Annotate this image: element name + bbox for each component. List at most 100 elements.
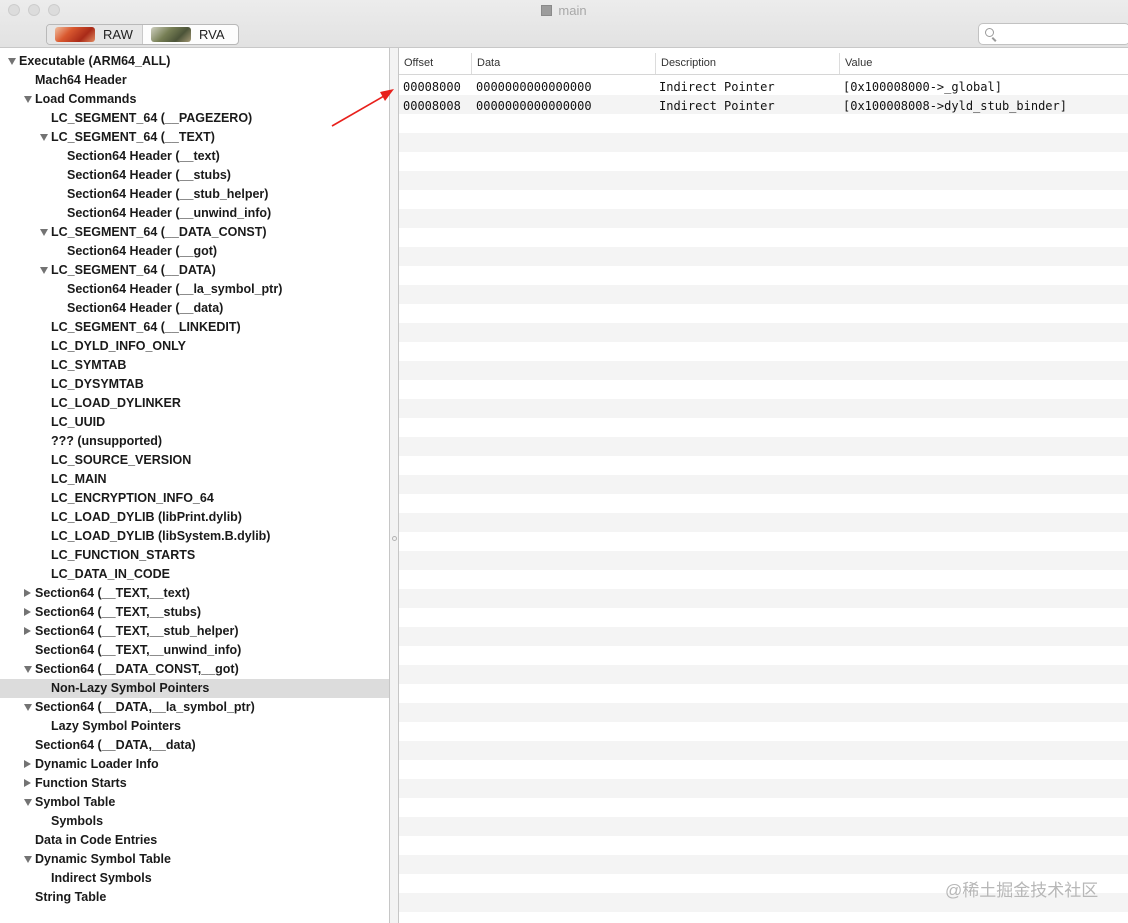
- disclosure-triangle-down-icon[interactable]: [40, 229, 48, 236]
- outline-item[interactable]: Section64 (__TEXT,__text): [0, 584, 389, 603]
- outline-item-label: Lazy Symbol Pointers: [51, 719, 181, 733]
- search-icon: [985, 28, 994, 37]
- raw-rva-segmented-control: RAW RVA: [46, 24, 239, 45]
- outline-item[interactable]: Section64 Header (__text): [0, 147, 389, 166]
- outline-item[interactable]: Mach64 Header: [0, 71, 389, 90]
- split-view-divider[interactable]: [389, 48, 399, 923]
- outline-item-label: Section64 Header (__la_symbol_ptr): [67, 282, 283, 296]
- cell-data: 0000000000000000: [476, 99, 592, 113]
- cell-data: 0000000000000000: [476, 80, 592, 94]
- outline-item[interactable]: Load Commands: [0, 90, 389, 109]
- column-header-data[interactable]: Data: [471, 53, 655, 74]
- outline-item[interactable]: LC_SEGMENT_64 (__DATA_CONST): [0, 223, 389, 242]
- outline-item-label: Data in Code Entries: [35, 833, 158, 847]
- rva-segment-label: RVA: [199, 27, 225, 42]
- disclosure-triangle-down-icon[interactable]: [24, 856, 32, 863]
- disclosure-triangle-down-icon[interactable]: [24, 704, 32, 711]
- outline-item-label: Symbol Table: [35, 795, 116, 809]
- outline-item[interactable]: Indirect Symbols: [0, 869, 389, 888]
- outline-item[interactable]: LC_SOURCE_VERSION: [0, 451, 389, 470]
- outline-item-label: Section64 (__TEXT,__unwind_info): [35, 643, 242, 657]
- disclosure-triangle-down-icon[interactable]: [40, 134, 48, 141]
- outline-item[interactable]: LC_SEGMENT_64 (__TEXT): [0, 128, 389, 147]
- disclosure-triangle-right-icon[interactable]: [24, 589, 31, 597]
- outline-item-label: ??? (unsupported): [51, 434, 163, 448]
- disclosure-triangle-right-icon[interactable]: [24, 779, 31, 787]
- outline-item[interactable]: Section64 Header (__data): [0, 299, 389, 318]
- outline-item[interactable]: LC_FUNCTION_STARTS: [0, 546, 389, 565]
- raw-segment-button[interactable]: RAW: [47, 25, 142, 44]
- outline-item[interactable]: Section64 Header (__la_symbol_ptr): [0, 280, 389, 299]
- outline-item[interactable]: Data in Code Entries: [0, 831, 389, 850]
- outline-item[interactable]: LC_DYLD_INFO_ONLY: [0, 337, 389, 356]
- outline-item-label: Load Commands: [35, 92, 137, 106]
- disclosure-triangle-down-icon[interactable]: [40, 267, 48, 274]
- outline-item[interactable]: Section64 (__DATA_CONST,__got): [0, 660, 389, 679]
- outline-item[interactable]: Symbols: [0, 812, 389, 831]
- outline-item-label: Section64 (__TEXT,__stub_helper): [35, 624, 239, 638]
- outline-item[interactable]: Section64 Header (__got): [0, 242, 389, 261]
- outline-item[interactable]: Symbol Table: [0, 793, 389, 812]
- disclosure-triangle-down-icon[interactable]: [8, 58, 16, 65]
- outline-item-label: Dynamic Loader Info: [35, 757, 159, 771]
- table-row[interactable]: 00008000 0000000000000000 Indirect Point…: [399, 78, 1128, 97]
- column-header-description[interactable]: Description: [655, 53, 839, 74]
- disclosure-triangle-down-icon[interactable]: [24, 96, 32, 103]
- cell-value: [0x100008008->dyld_stub_binder]: [843, 99, 1067, 113]
- outline-item[interactable]: LC_LOAD_DYLIB (libPrint.dylib): [0, 508, 389, 527]
- outline-item[interactable]: Section64 (__TEXT,__unwind_info): [0, 641, 389, 660]
- outline-item[interactable]: Lazy Symbol Pointers: [0, 717, 389, 736]
- outline-tree[interactable]: Executable (ARM64_ALL) Mach64 Header Load …: [0, 48, 389, 923]
- disclosure-triangle-down-icon[interactable]: [24, 799, 32, 806]
- outline-item-label: Symbols: [51, 814, 104, 828]
- outline-item[interactable]: Dynamic Loader Info: [0, 755, 389, 774]
- search-field[interactable]: [978, 23, 1128, 45]
- outline-item[interactable]: LC_DYSYMTAB: [0, 375, 389, 394]
- outline-item[interactable]: Section64 (__DATA,__data): [0, 736, 389, 755]
- outline-item-label: LC_ENCRYPTION_INFO_64: [51, 491, 214, 505]
- outline-item-label: Section64 (__DATA_CONST,__got): [35, 662, 239, 676]
- outline-item[interactable]: LC_SYMTAB: [0, 356, 389, 375]
- outline-item[interactable]: LC_DATA_IN_CODE: [0, 565, 389, 584]
- outline-item[interactable]: Section64 Header (__stubs): [0, 166, 389, 185]
- outline-item[interactable]: Section64 (__TEXT,__stubs): [0, 603, 389, 622]
- outline-item-label: LC_LOAD_DYLINKER: [51, 396, 181, 410]
- outline-item[interactable]: Section64 (__DATA,__la_symbol_ptr): [0, 698, 389, 717]
- outline-item[interactable]: LC_LOAD_DYLINKER: [0, 394, 389, 413]
- column-header-value[interactable]: Value: [839, 53, 1128, 74]
- outline-item[interactable]: Section64 Header (__unwind_info): [0, 204, 389, 223]
- window-toolbar: main RAW RVA: [0, 0, 1128, 48]
- outline-item-label: LC_SYMTAB: [51, 358, 127, 372]
- cell-description: Indirect Pointer: [659, 80, 775, 94]
- outline-item[interactable]: Function Starts: [0, 774, 389, 793]
- watermark: @稀土掘金技术社区: [945, 881, 1099, 900]
- rva-segment-button[interactable]: RVA: [142, 25, 238, 44]
- outline-item[interactable]: LC_ENCRYPTION_INFO_64: [0, 489, 389, 508]
- detail-table: Offset Data Description Value 00008000 0…: [399, 48, 1128, 923]
- outline-item[interactable]: LC_UUID: [0, 413, 389, 432]
- outline-item[interactable]: Section64 Header (__stub_helper): [0, 185, 389, 204]
- outline-item[interactable]: Executable (ARM64_ALL): [0, 52, 389, 71]
- table-body: [399, 76, 1128, 923]
- outline-item[interactable]: LC_SEGMENT_64 (__LINKEDIT): [0, 318, 389, 337]
- outline-item[interactable]: ??? (unsupported): [0, 432, 389, 451]
- disclosure-triangle-right-icon[interactable]: [24, 608, 31, 616]
- column-header-offset[interactable]: Offset: [399, 53, 471, 74]
- outline-item-label: Mach64 Header: [35, 73, 127, 87]
- outline-item[interactable]: Dynamic Symbol Table: [0, 850, 389, 869]
- table-row[interactable]: 00008008 0000000000000000 Indirect Point…: [399, 97, 1128, 116]
- outline-item[interactable]: LC_SEGMENT_64 (__PAGEZERO): [0, 109, 389, 128]
- outline-item-label: Executable (ARM64_ALL): [19, 54, 171, 68]
- outline-item[interactable]: LC_SEGMENT_64 (__DATA): [0, 261, 389, 280]
- outline-item-label: Section64 (__DATA,__la_symbol_ptr): [35, 700, 255, 714]
- outline-item[interactable]: String Table: [0, 888, 389, 907]
- outline-item-label: Section64 Header (__unwind_info): [67, 206, 272, 220]
- outline-item[interactable]: LC_MAIN: [0, 470, 389, 489]
- outline-item[interactable]: Section64 (__TEXT,__stub_helper): [0, 622, 389, 641]
- outline-item[interactable]: LC_LOAD_DYLIB (libSystem.B.dylib): [0, 527, 389, 546]
- outline-item-label: Section64 (__TEXT,__text): [35, 586, 190, 600]
- outline-item[interactable]: Non-Lazy Symbol Pointers: [0, 679, 389, 698]
- disclosure-triangle-down-icon[interactable]: [24, 666, 32, 673]
- disclosure-triangle-right-icon[interactable]: [24, 760, 31, 768]
- disclosure-triangle-right-icon[interactable]: [24, 627, 31, 635]
